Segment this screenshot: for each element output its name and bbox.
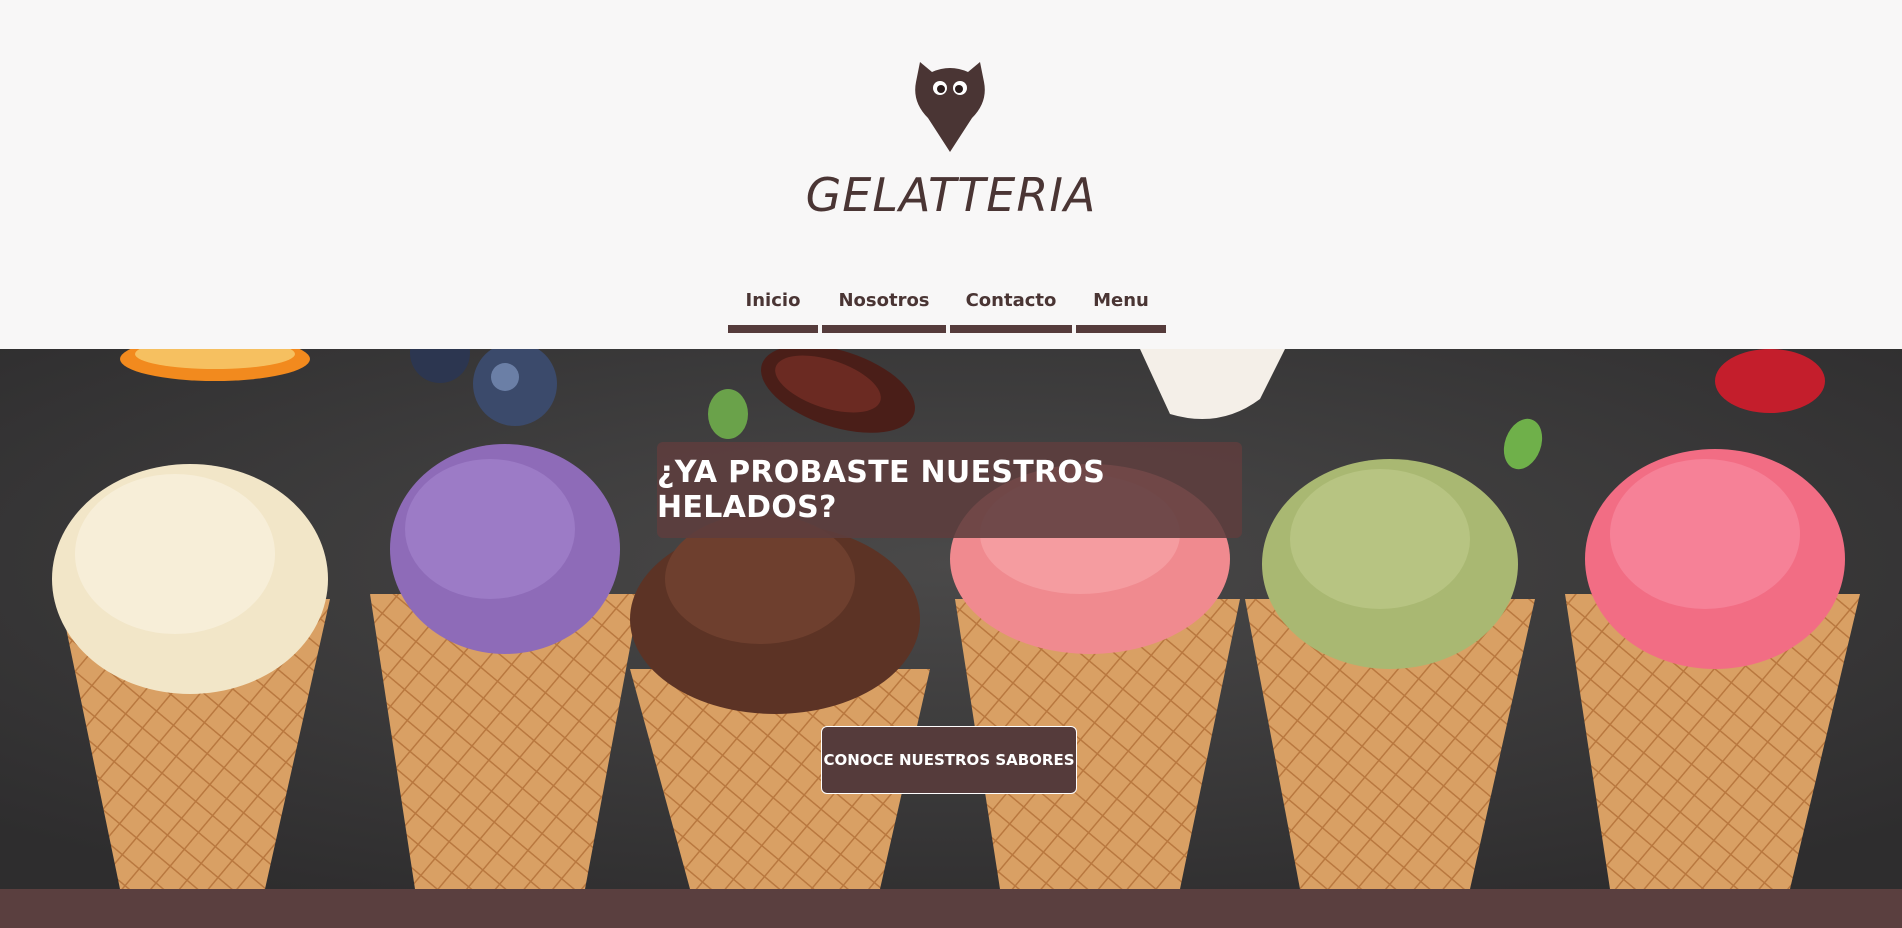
nav-item-inicio[interactable]: Inicio [728,290,818,333]
hero-section: ¿YA PROBASTE NUESTROS HELADOS? CONOCE NU… [0,349,1902,889]
nav-label: Inicio [745,290,801,311]
nav-underline [728,325,818,333]
brand-name[interactable]: GELATTERIA [0,168,1902,222]
nav-item-menu[interactable]: Menu [1076,290,1166,333]
hero-title-box: ¿YA PROBASTE NUESTROS HELADOS? [657,442,1242,538]
nav-underline [822,325,946,333]
footer-strip [0,889,1902,928]
ice-cream-cones-photo [0,349,1902,889]
owl-icon [915,62,985,152]
cta-button[interactable]: CONOCE NUESTROS SABORES [821,726,1077,794]
nav-item-contacto[interactable]: Contacto [950,290,1072,333]
nav-label: Contacto [965,290,1057,311]
main-nav: Inicio Nosotros Contacto Menu [728,290,1166,333]
nav-item-nosotros[interactable]: Nosotros [822,290,946,333]
nav-underline [950,325,1072,333]
nav-label: Menu [1093,290,1149,311]
nav-underline [1076,325,1166,333]
nav-label: Nosotros [838,290,930,311]
site-header: GELATTERIA Inicio Nosotros Contacto Menu [0,0,1902,349]
hero-title: ¿YA PROBASTE NUESTROS HELADOS? [657,455,1106,525]
